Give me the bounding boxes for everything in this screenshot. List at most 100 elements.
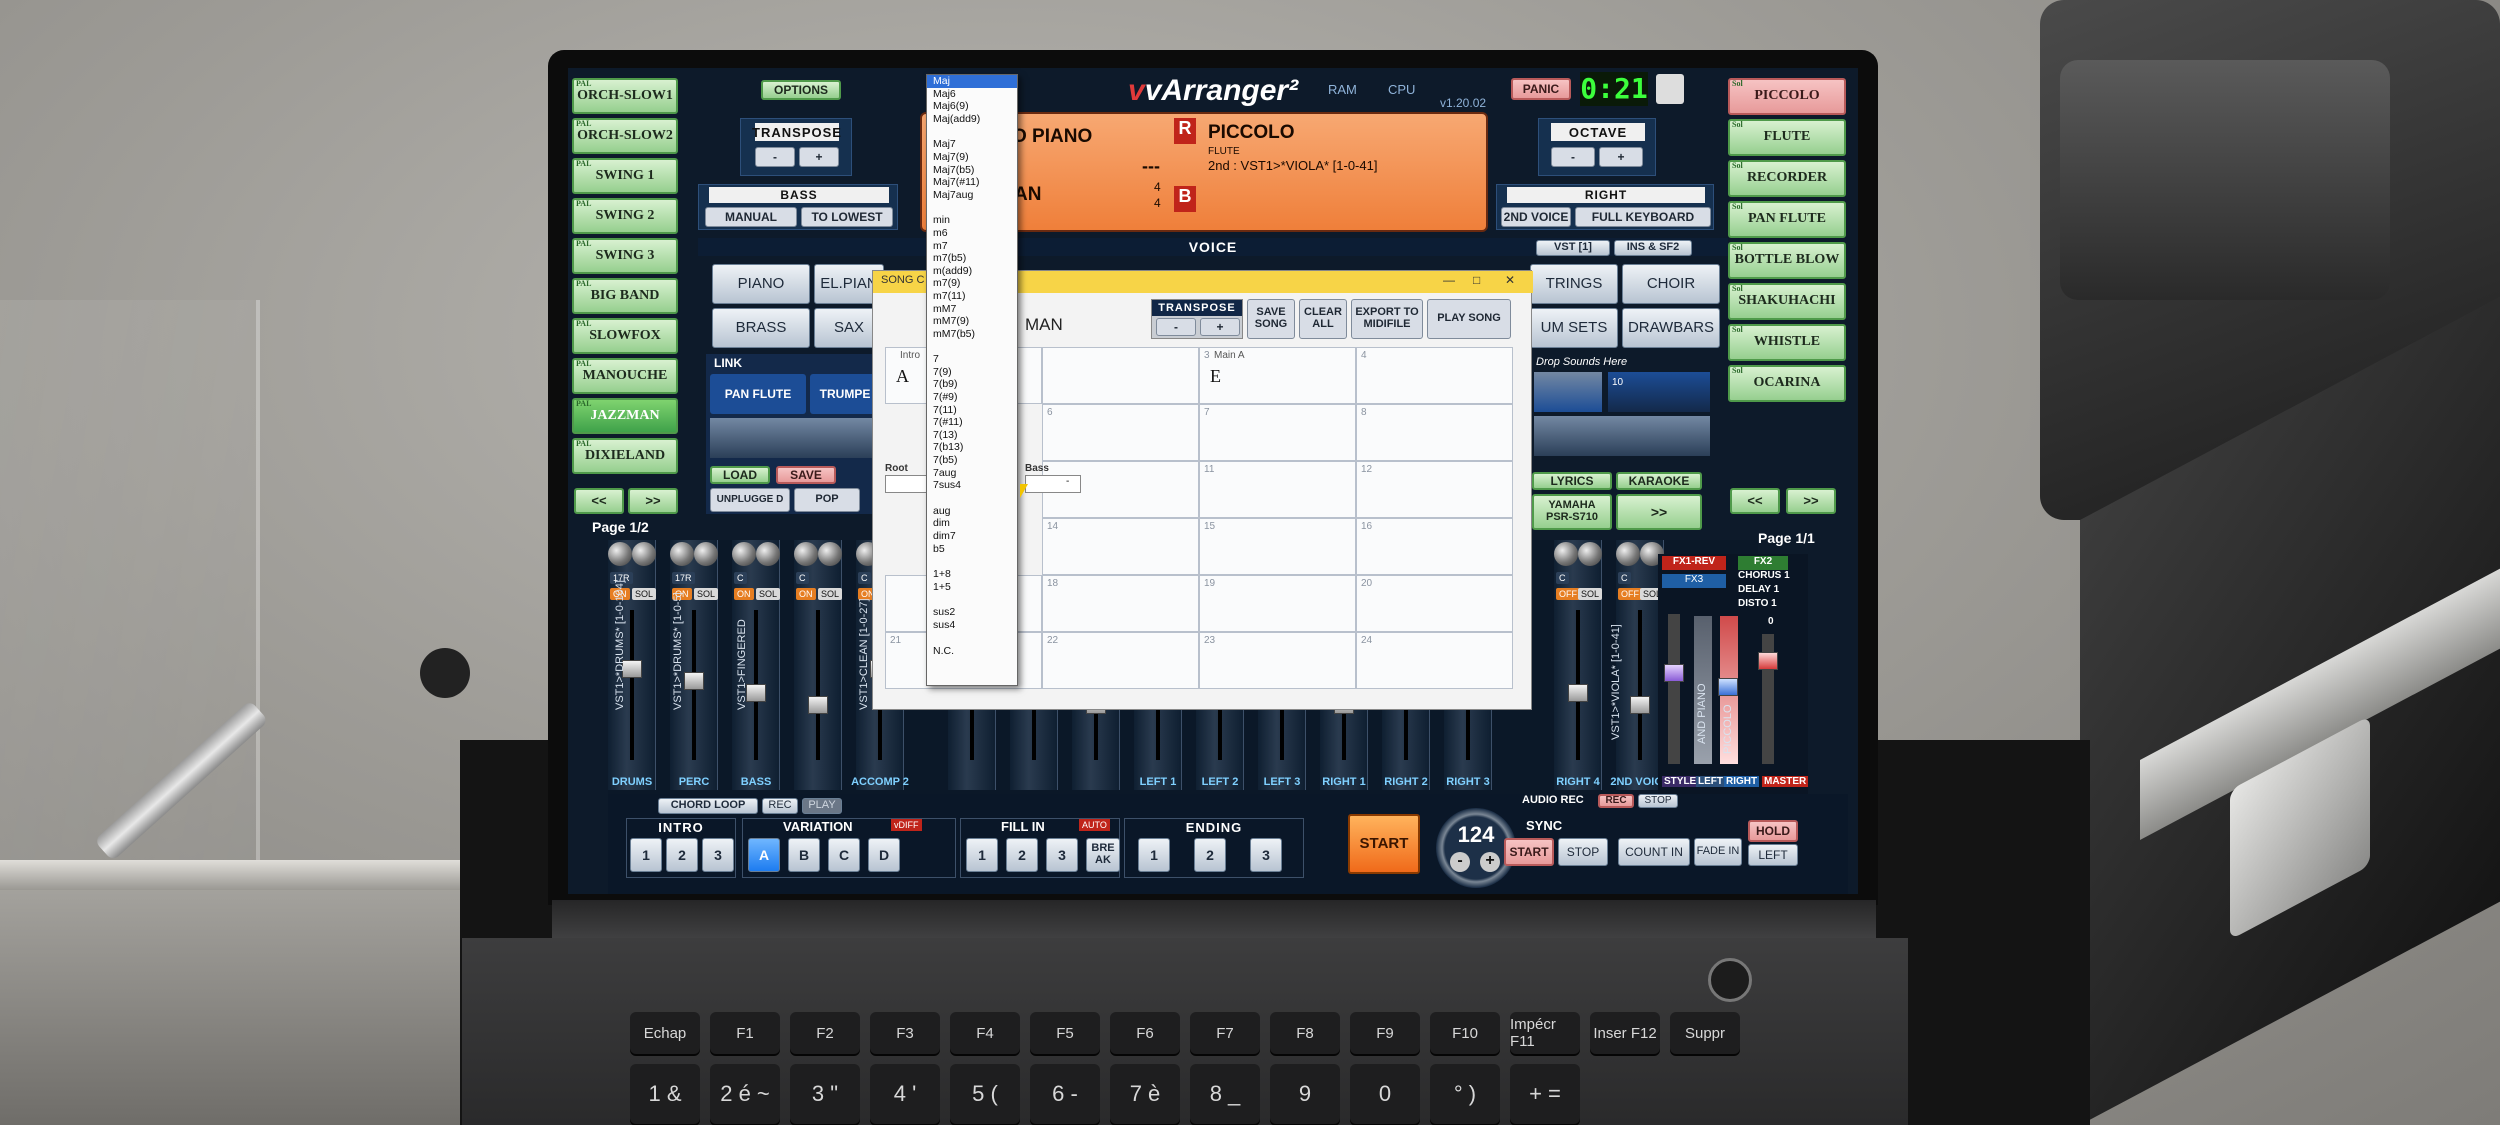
voice-strings-button[interactable]: TRINGS — [1530, 264, 1618, 304]
fill-in-button[interactable]: 2 — [1006, 838, 1038, 872]
voices-prev-button[interactable]: << — [1730, 488, 1780, 514]
link-slot-row2[interactable] — [1534, 416, 1710, 456]
reverb-knob[interactable] — [1578, 542, 1602, 566]
function-key[interactable]: Impécr F11 — [1510, 1012, 1580, 1054]
channel-fader[interactable] — [746, 684, 766, 702]
styles-prev-button[interactable]: << — [574, 488, 624, 514]
start-button[interactable]: START — [1348, 814, 1420, 874]
reverb-knob[interactable] — [632, 542, 656, 566]
song-measure-cell[interactable] — [1042, 347, 1199, 404]
audio-rec-button[interactable]: REC — [1598, 794, 1634, 808]
song-measure-cell[interactable]: 11 — [1199, 461, 1356, 518]
song-measure-cell[interactable]: 3 Main A E — [1199, 347, 1356, 404]
number-key[interactable]: 3 " — [790, 1064, 860, 1124]
pop-preset[interactable]: POP — [794, 488, 860, 512]
chord-menu-item[interactable]: N.C. — [927, 645, 1017, 658]
voices-next-button[interactable]: >> — [1786, 488, 1836, 514]
function-key[interactable]: F1 — [710, 1012, 780, 1054]
song-measure-cell[interactable]: 14 — [1042, 518, 1199, 575]
style-button[interactable]: PAL SLOWFOX — [572, 318, 678, 354]
chord-menu-item[interactable]: 7(9) — [927, 366, 1017, 379]
channel-on-button[interactable]: OFF — [1556, 588, 1580, 600]
karaoke-button[interactable]: KARAOKE — [1616, 472, 1702, 490]
chord-menu-item[interactable]: sus2 — [927, 606, 1017, 619]
number-key[interactable]: 0 — [1350, 1064, 1420, 1124]
chord-menu-item[interactable]: 7(#11) — [927, 416, 1017, 429]
intro-button[interactable]: 1 — [630, 838, 662, 872]
number-key[interactable]: 8 _ — [1190, 1064, 1260, 1124]
channel-fader[interactable] — [1630, 696, 1650, 714]
function-key[interactable]: F10 — [1430, 1012, 1500, 1054]
chord-loop-play[interactable]: PLAY — [802, 798, 842, 814]
chord-menu-item[interactable]: Maj7(#11) — [927, 176, 1017, 189]
function-key[interactable]: F3 — [870, 1012, 940, 1054]
save-song-button[interactable]: SAVE SONG — [1247, 299, 1295, 339]
voice-button[interactable]: Sol RECORDER — [1728, 160, 1846, 197]
number-key[interactable]: 5 ( — [950, 1064, 1020, 1124]
voice-button[interactable]: Sol OCARINA — [1728, 365, 1846, 402]
bass-manual-button[interactable]: MANUAL — [705, 207, 797, 227]
song-measure-cell[interactable]: 18 — [1042, 575, 1199, 632]
song-measure-cell[interactable]: 6 — [1042, 404, 1199, 461]
song-measure-cell[interactable]: 12 — [1356, 461, 1513, 518]
style-button[interactable]: PAL SWING 3 — [572, 238, 678, 274]
chord-menu-item[interactable]: 7(#9) — [927, 391, 1017, 404]
save-button[interactable]: SAVE — [776, 466, 836, 484]
chord-menu-item[interactable]: Maj7aug — [927, 189, 1017, 202]
song-window-close[interactable]: ✕ — [1505, 273, 1515, 287]
chord-loop-rec[interactable]: REC — [762, 798, 798, 814]
voice-button[interactable]: Sol FLUTE — [1728, 119, 1846, 156]
voice-button[interactable]: Sol SHAKUHACHI — [1728, 283, 1846, 320]
octave-plus-button[interactable]: + — [1599, 147, 1643, 167]
yamaha-preset[interactable]: YAMAHA PSR-S710 — [1532, 494, 1612, 530]
voice-button[interactable]: Sol PAN FLUTE — [1728, 201, 1846, 238]
channel-on-button[interactable]: ON — [796, 588, 816, 600]
number-key[interactable]: ° ) — [1430, 1064, 1500, 1124]
chord-menu-item[interactable]: 1+5 — [927, 581, 1017, 594]
channel-solo-button[interactable]: SOL — [1578, 588, 1603, 600]
clear-all-button[interactable]: CLEAR ALL — [1299, 299, 1347, 339]
count-in-button[interactable]: COUNT IN — [1618, 838, 1690, 866]
chord-menu-item[interactable]: dim — [927, 517, 1017, 530]
link-trumpet[interactable]: TRUMPE — [810, 374, 880, 414]
style-button[interactable]: PAL SWING 1 — [572, 158, 678, 194]
lyrics-next-button[interactable]: >> — [1616, 494, 1702, 530]
pan-knob[interactable] — [1554, 542, 1578, 566]
style-button[interactable]: PAL BIG BAND — [572, 278, 678, 314]
chord-menu-item[interactable]: 7(b5) — [927, 454, 1017, 467]
voice-drawbars-button[interactable]: DRAWBARS — [1622, 308, 1720, 348]
chord-menu-item[interactable]: m7(9) — [927, 277, 1017, 290]
lyrics-button[interactable]: LYRICS — [1532, 472, 1612, 490]
number-key[interactable]: 1 & — [630, 1064, 700, 1124]
transpose-minus-button[interactable]: - — [755, 147, 795, 167]
chord-menu-item[interactable]: min — [927, 214, 1017, 227]
reverb-knob[interactable] — [694, 542, 718, 566]
chord-menu-item[interactable]: Maj6(9) — [927, 100, 1017, 113]
chord-menu-item[interactable]: 7sus4 — [927, 479, 1017, 492]
channel-fader[interactable] — [808, 696, 828, 714]
chord-menu-item[interactable]: 7aug — [927, 467, 1017, 480]
function-key[interactable]: F9 — [1350, 1012, 1420, 1054]
chord-menu-item[interactable]: m7 — [927, 240, 1017, 253]
channel-on-button[interactable]: OFF — [1618, 588, 1642, 600]
break-button[interactable]: BRE AK — [1086, 838, 1120, 872]
song-measure-cell[interactable]: 20 — [1356, 575, 1513, 632]
vst-tab[interactable]: VST [1] — [1536, 240, 1610, 256]
song-transpose-minus[interactable]: - — [1156, 318, 1196, 336]
pan-knob[interactable] — [732, 542, 756, 566]
audio-stop-button[interactable]: STOP — [1638, 794, 1678, 808]
channel-solo-button[interactable]: SOL — [632, 588, 657, 600]
channel-solo-button[interactable]: SOL — [756, 588, 781, 600]
power-button[interactable] — [1708, 958, 1752, 1002]
chord-menu-item[interactable]: Maj6 — [927, 88, 1017, 101]
song-measure-cell[interactable]: 15 — [1199, 518, 1356, 575]
transpose-plus-button[interactable]: + — [799, 147, 839, 167]
chord-menu-item[interactable]: Maj(add9) — [927, 113, 1017, 126]
ending-button[interactable]: 3 — [1250, 838, 1282, 872]
number-key[interactable]: 7 è — [1110, 1064, 1180, 1124]
chord-menu-item[interactable]: 7(b9) — [927, 378, 1017, 391]
pan-knob[interactable] — [608, 542, 632, 566]
chord-menu-item[interactable]: Maj7(9) — [927, 151, 1017, 164]
number-key[interactable]: 2 é ~ — [710, 1064, 780, 1124]
function-key[interactable]: F8 — [1270, 1012, 1340, 1054]
